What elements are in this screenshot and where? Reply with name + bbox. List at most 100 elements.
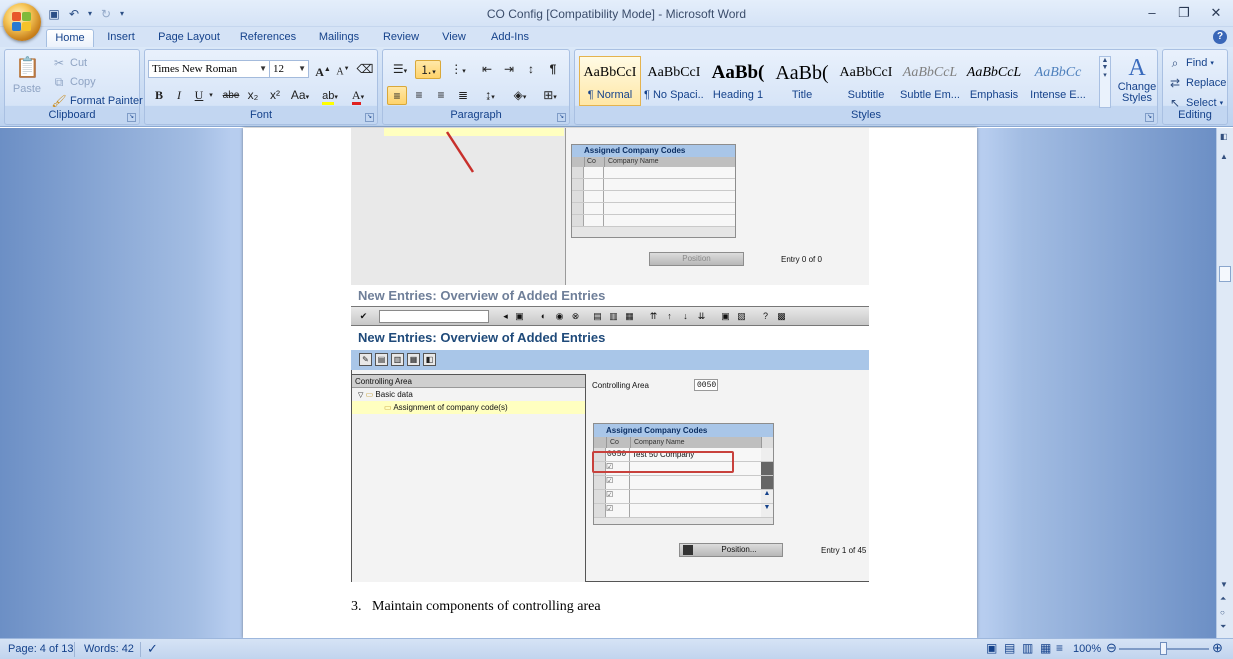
- style-heading-1[interactable]: AaBb( Heading 1: [707, 56, 769, 106]
- line-spacing-icon[interactable]: ↨▾: [477, 86, 503, 105]
- style-normal[interactable]: AaBbCcI ¶ Normal: [579, 56, 641, 106]
- previous-page-icon[interactable]: ⏶: [1220, 594, 1226, 604]
- previous-entry-icon[interactable]: ◧: [423, 353, 436, 366]
- cut-button[interactable]: ✂ Cut: [51, 55, 87, 71]
- dialog-launcher-icon[interactable]: ↘: [1145, 113, 1154, 122]
- sort-icon[interactable]: ↕: [521, 60, 541, 79]
- shortcut-icon[interactable]: ▧: [735, 310, 748, 323]
- scroll-down-icon[interactable]: ▼: [1220, 580, 1228, 589]
- numbering-icon[interactable]: ⒈▾: [415, 60, 441, 79]
- tree-item-basic-data[interactable]: ▽ ▭ Basic data: [352, 388, 585, 401]
- table-row[interactable]: [572, 179, 735, 191]
- tab-page-layout[interactable]: Page Layout: [152, 29, 226, 48]
- scrollbar-thumb[interactable]: [1219, 266, 1231, 282]
- tab-view[interactable]: View: [436, 29, 472, 48]
- table-row[interactable]: [572, 191, 735, 203]
- decrease-indent-icon[interactable]: ⇤: [477, 60, 497, 79]
- align-left-icon[interactable]: ≡: [387, 86, 407, 105]
- style-emphasis[interactable]: AaBbCcL Emphasis: [963, 56, 1025, 106]
- scroll-down-icon[interactable]: ▼: [761, 504, 773, 517]
- delete-icon[interactable]: ▦: [407, 353, 420, 366]
- styles-gallery-scroll[interactable]: ▲ ▼ ▾: [1099, 56, 1111, 108]
- paste-button[interactable]: 📋 Paste: [11, 54, 43, 95]
- tab-add-ins[interactable]: Add-Ins: [484, 29, 536, 48]
- increase-indent-icon[interactable]: ⇥: [499, 60, 519, 79]
- last-page-icon[interactable]: ⇊: [695, 310, 708, 323]
- controlling-area-field[interactable]: 0050: [694, 379, 718, 391]
- table-row[interactable]: ☑ ▲: [594, 490, 773, 504]
- multilevel-list-icon[interactable]: ⋮▾: [445, 60, 471, 79]
- superscript-button[interactable]: x²: [265, 86, 285, 105]
- dialog-launcher-icon[interactable]: ↘: [557, 113, 566, 122]
- zoom-out-icon[interactable]: ⊖: [1106, 640, 1117, 656]
- table-row[interactable]: [572, 203, 735, 215]
- back-icon[interactable]: ◐: [537, 310, 550, 323]
- dialog-launcher-icon[interactable]: ↘: [365, 113, 374, 122]
- style-title[interactable]: AaBb( Title: [771, 56, 833, 106]
- align-right-icon[interactable]: ≡: [431, 86, 451, 105]
- tree-item-assignment[interactable]: ▭ Assignment of company code(s): [352, 401, 585, 414]
- position-button[interactable]: Position...: [679, 543, 783, 557]
- office-button[interactable]: [3, 3, 41, 41]
- save-icon[interactable]: ▣: [513, 310, 526, 323]
- tab-review[interactable]: Review: [378, 29, 424, 48]
- shading-icon[interactable]: ◈▾: [507, 86, 533, 105]
- first-page-icon[interactable]: ⇈: [647, 310, 660, 323]
- vertical-scrollbar[interactable]: ◧ ▲ ▼ ⏶ ○ ⏷: [1216, 128, 1233, 638]
- style-no-spacing[interactable]: AaBbCcI ¶ No Spaci...: [643, 56, 705, 106]
- checkbox-icon[interactable]: ☑: [606, 504, 630, 517]
- word-count[interactable]: Words: 42: [84, 643, 134, 655]
- help-icon[interactable]: ?: [1213, 30, 1227, 44]
- position-button-top[interactable]: Position: [649, 252, 744, 266]
- align-center-icon[interactable]: ≡: [409, 86, 429, 105]
- change-case-button[interactable]: Aa▾: [287, 86, 313, 105]
- checkbox-icon[interactable]: ☑: [606, 490, 630, 503]
- font-color-button[interactable]: A▾: [345, 86, 371, 105]
- find-next-icon[interactable]: ▦: [623, 310, 636, 323]
- underline-button[interactable]: U: [189, 86, 209, 105]
- cancel-icon[interactable]: ⊗: [569, 310, 582, 323]
- style-subtle-emphasis[interactable]: AaBbCcL Subtle Em...: [899, 56, 961, 106]
- next-page-icon[interactable]: ↓: [679, 310, 692, 323]
- chevron-down-icon[interactable]: ▾: [207, 86, 215, 105]
- scroll-up-icon[interactable]: ▲: [761, 490, 773, 503]
- page-count[interactable]: Page: 4 of 13: [8, 643, 73, 655]
- font-size-combo[interactable]: 12 ▼: [269, 60, 309, 78]
- grow-font-button[interactable]: A▲: [313, 60, 333, 79]
- next-page-icon[interactable]: ⏷: [1220, 622, 1226, 632]
- help-icon[interactable]: ?: [759, 310, 772, 323]
- italic-button[interactable]: I: [169, 86, 189, 105]
- bullets-icon[interactable]: ☰▾: [387, 60, 413, 79]
- borders-icon[interactable]: ⊞▾: [537, 86, 563, 105]
- change-styles-button[interactable]: A Change Styles: [1117, 54, 1157, 104]
- highlight-color-button[interactable]: ab▾: [317, 86, 343, 105]
- subscript-button[interactable]: x₂: [243, 86, 263, 105]
- style-intense-emphasis[interactable]: AaBbCc Intense E...: [1027, 56, 1089, 106]
- print-icon[interactable]: ▤: [591, 310, 604, 323]
- new-entries-icon[interactable]: ▤: [375, 353, 388, 366]
- tab-mailings[interactable]: Mailings: [312, 29, 366, 48]
- back-arrow-icon[interactable]: ◂: [499, 310, 512, 323]
- exit-icon[interactable]: ◉: [553, 310, 566, 323]
- web-layout-icon[interactable]: ▥: [1022, 641, 1033, 655]
- new-session-icon[interactable]: ▣: [719, 310, 732, 323]
- copy-button[interactable]: ⧉ Copy: [51, 74, 96, 90]
- zoom-slider-knob[interactable]: [1160, 642, 1167, 655]
- tab-home[interactable]: Home: [46, 29, 94, 48]
- ruler-toggle-icon[interactable]: ◧: [1220, 132, 1228, 141]
- minimize-button[interactable]: –: [1141, 4, 1163, 22]
- sap-command-field[interactable]: [379, 310, 489, 323]
- table-row[interactable]: [572, 215, 735, 227]
- maximize-button[interactable]: ❐: [1173, 4, 1195, 22]
- tab-references[interactable]: References: [236, 29, 300, 48]
- shrink-font-button[interactable]: A▼: [333, 60, 353, 79]
- outline-icon[interactable]: ▦: [1040, 641, 1051, 655]
- prev-page-icon[interactable]: ↑: [663, 310, 676, 323]
- strikethrough-button[interactable]: abe: [221, 86, 241, 105]
- find-icon[interactable]: ▥: [607, 310, 620, 323]
- table-row[interactable]: [572, 167, 735, 179]
- zoom-in-icon[interactable]: ⊕: [1212, 640, 1223, 656]
- draft-icon[interactable]: ≡: [1056, 641, 1063, 655]
- checkbox-icon[interactable]: ☑: [606, 476, 630, 489]
- print-layout-icon[interactable]: ▣: [986, 641, 997, 655]
